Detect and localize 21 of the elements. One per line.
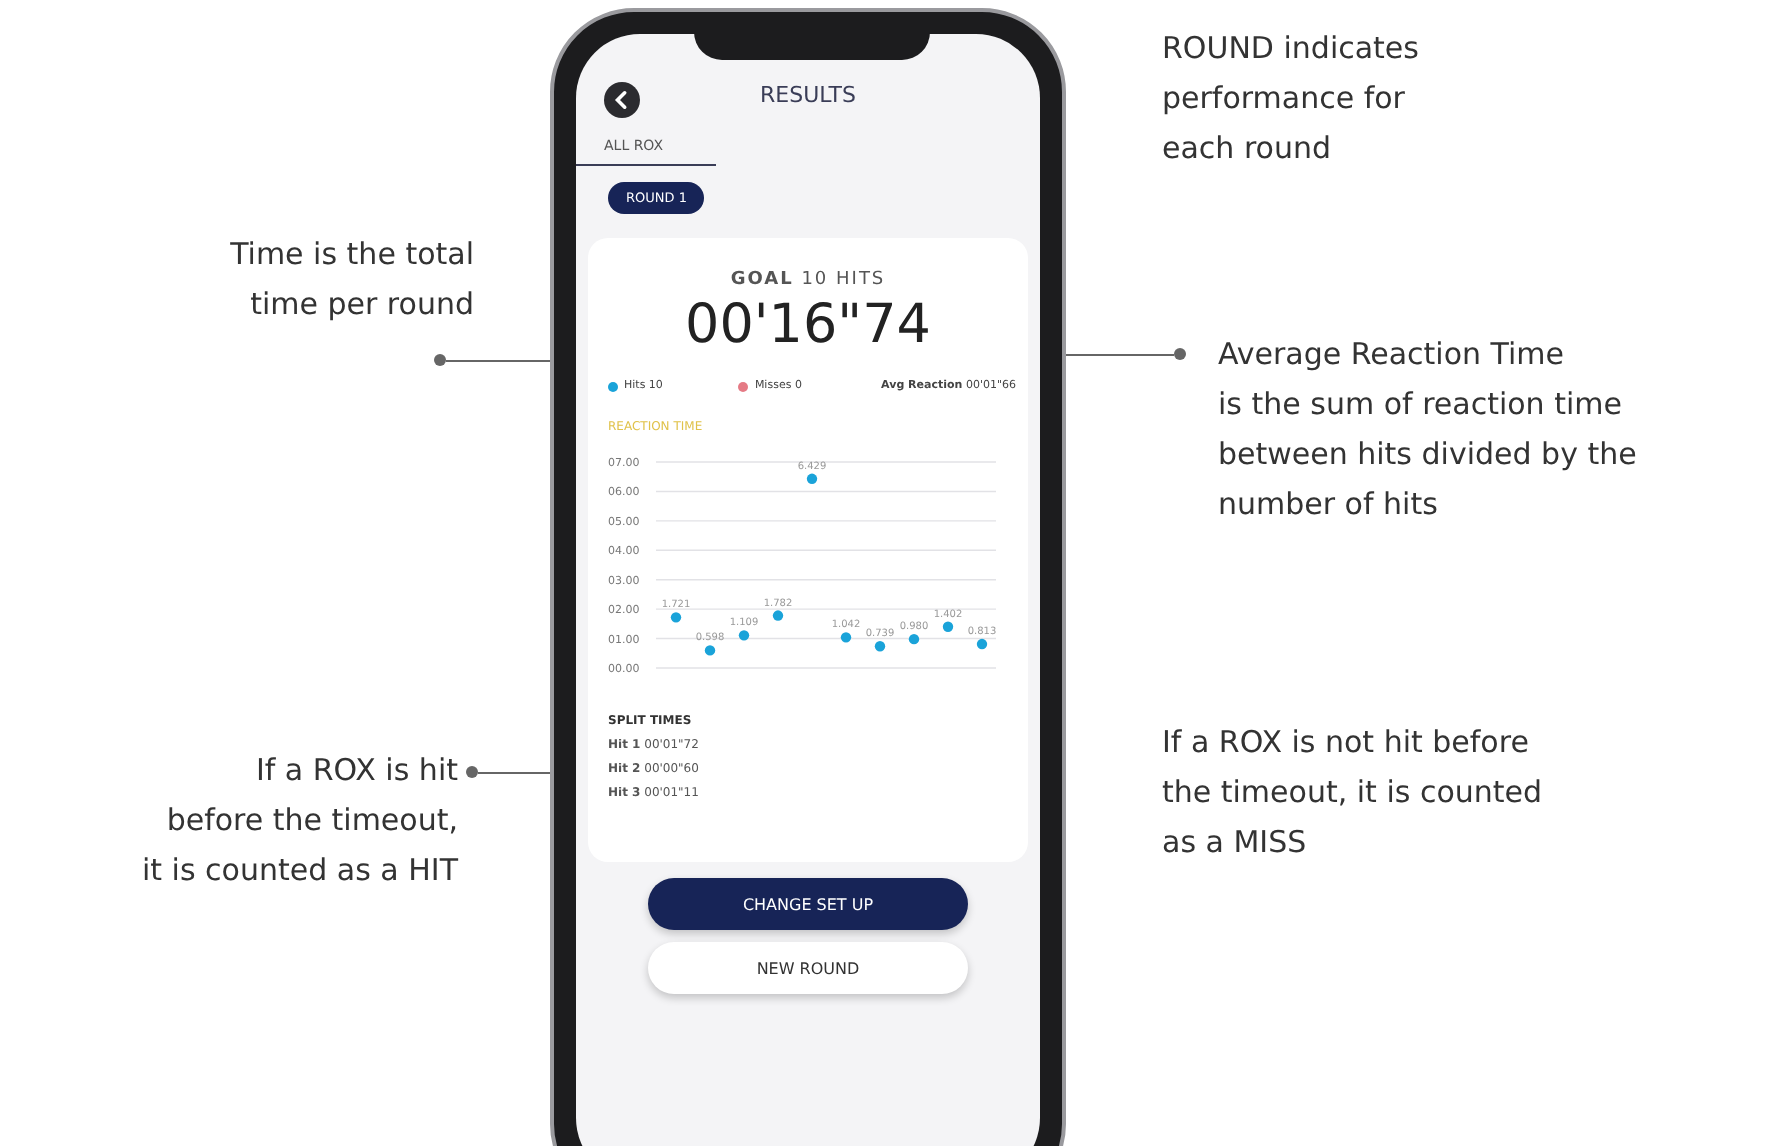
data-point bbox=[976, 638, 988, 650]
annotation-text: ROUND indicates performance for each round bbox=[1162, 28, 1419, 170]
annotation-text: If a ROX is hit before the timeout, it is counted as a HIT bbox=[141, 750, 458, 892]
annotation-text: Time is the total time per round bbox=[230, 234, 474, 326]
annotation-text: Average Reaction Time is the sum of reaction time between hits divided by the number of hits bbox=[1218, 334, 1637, 526]
change-setup-button[interactable]: CHANGE SET UP bbox=[648, 878, 968, 930]
data-point bbox=[772, 610, 784, 621]
data-point bbox=[942, 621, 954, 632]
new-round-button[interactable]: NEW ROUND bbox=[648, 942, 968, 994]
data-point bbox=[738, 630, 750, 641]
data-point bbox=[874, 641, 886, 652]
screen-title: RESULTS bbox=[760, 81, 856, 107]
back-icon[interactable] bbox=[604, 82, 640, 118]
data-point bbox=[704, 645, 716, 656]
goal-text: GOAL 10 HITS bbox=[728, 270, 888, 290]
data-point bbox=[806, 473, 818, 484]
total-time: 00'16"74 bbox=[683, 294, 933, 356]
data-point bbox=[670, 612, 682, 623]
data-point bbox=[908, 633, 920, 645]
annotation-text: If a ROX is not hit before the timeout, it is counted as a MISS bbox=[1162, 722, 1543, 864]
data-point bbox=[840, 632, 852, 643]
